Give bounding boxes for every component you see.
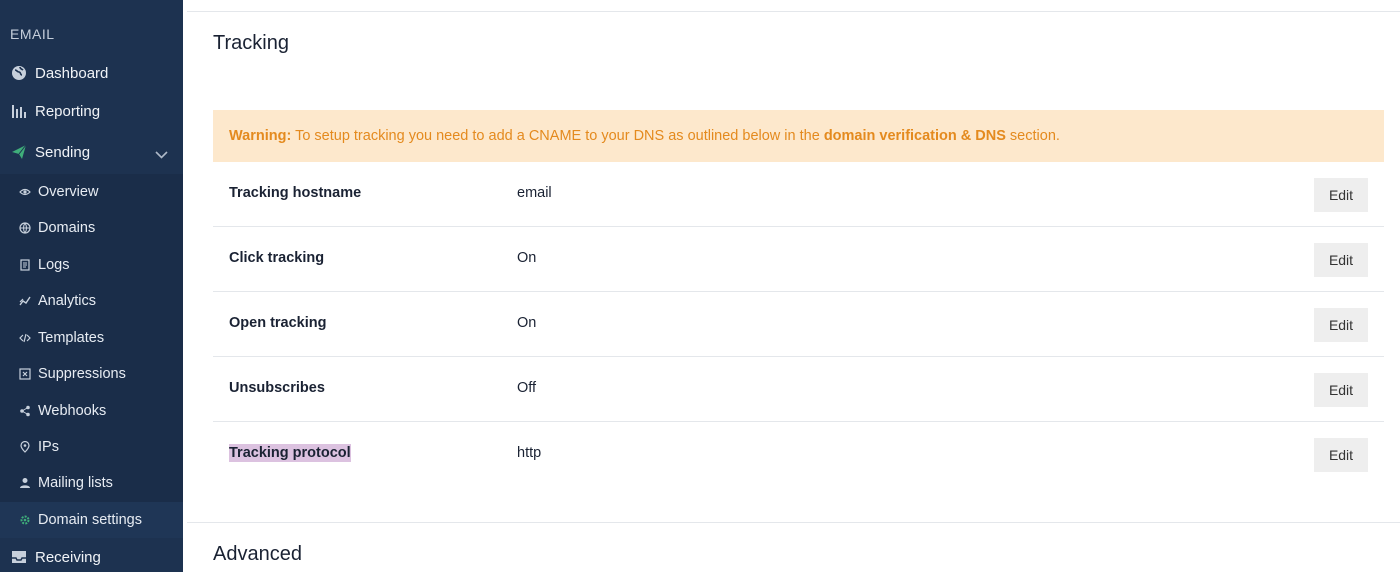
sidebar-item-overview[interactable]: Overview	[0, 174, 183, 210]
setting-row-open-tracking: Open tracking On Edit	[213, 292, 1384, 357]
nav-reporting-label: Reporting	[35, 102, 101, 120]
bar-chart-icon	[11, 103, 27, 119]
tracking-heading: Tracking	[213, 32, 289, 54]
sidebar-item-mailing-lists[interactable]: Mailing lists	[0, 465, 183, 501]
section-label-email: EMAIL	[10, 26, 55, 42]
setting-value: http	[517, 445, 542, 461]
setting-label: Unsubscribes	[229, 380, 325, 396]
nav-receiving[interactable]: Receiving	[0, 538, 183, 572]
setting-label: Tracking hostname	[229, 185, 362, 201]
sidebar-item-suppressions[interactable]: Suppressions	[0, 356, 183, 392]
globe-icon	[19, 222, 31, 234]
setting-label: Open tracking	[229, 315, 327, 331]
setting-value: On	[517, 315, 537, 331]
edit-button[interactable]: Edit	[1314, 178, 1368, 212]
sidebar-item-webhooks[interactable]: Webhooks	[0, 393, 183, 429]
gear-icon	[19, 514, 31, 526]
setting-label-highlighted: Tracking protocol	[229, 444, 351, 462]
warning-prefix: Warning:	[229, 128, 292, 144]
sidebar-item-label: Analytics	[38, 293, 97, 309]
setting-value: email	[517, 185, 552, 201]
nav-sending[interactable]: Sending	[0, 133, 183, 171]
setting-value: On	[517, 250, 537, 266]
nav-sending-label: Sending	[35, 143, 91, 161]
code-icon	[19, 332, 31, 344]
paper-plane-icon	[11, 144, 27, 160]
user-icon	[19, 477, 31, 489]
dns-section-link[interactable]: domain verification & DNS	[824, 128, 1006, 144]
nav-dashboard[interactable]: Dashboard	[0, 54, 183, 92]
sidebar-item-ips[interactable]: IPs	[0, 429, 183, 465]
trend-icon	[19, 295, 31, 307]
block-icon	[19, 368, 31, 380]
share-icon	[19, 405, 31, 417]
sidebar-item-domain-settings[interactable]: Domain settings	[0, 502, 183, 538]
sidebar-item-label: Webhooks	[38, 403, 107, 419]
edit-button[interactable]: Edit	[1314, 438, 1368, 472]
sidebar: EMAIL Dashboard Reporting Sending Overvi…	[0, 0, 183, 572]
divider	[187, 522, 1400, 523]
sidebar-item-logs[interactable]: Logs	[0, 247, 183, 283]
setting-value: Off	[517, 380, 537, 396]
pin-icon	[19, 441, 31, 453]
sidebar-item-label: Suppressions	[38, 366, 126, 382]
globe-icon	[11, 65, 27, 81]
setting-label: Click tracking	[229, 250, 325, 266]
eye-icon	[19, 186, 31, 198]
sidebar-item-label: IPs	[38, 439, 59, 455]
sidebar-item-label: Domain settings	[38, 512, 142, 528]
edit-button[interactable]: Edit	[1314, 373, 1368, 407]
main-content: Tracking Warning: To setup tracking you …	[183, 0, 1400, 572]
nav-receiving-label: Receiving	[35, 548, 101, 566]
tracking-warning-banner: Warning: To setup tracking you need to a…	[213, 110, 1384, 162]
warning-suffix: section.	[1005, 128, 1060, 144]
setting-row-tracking-hostname: Tracking hostname email Edit	[213, 162, 1384, 227]
nav-dashboard-label: Dashboard	[35, 64, 109, 82]
sidebar-item-label: Logs	[38, 257, 70, 273]
sidebar-item-label: Mailing lists	[38, 475, 113, 491]
sidebar-item-domains[interactable]: Domains	[0, 210, 183, 246]
sidebar-item-label: Domains	[38, 220, 96, 236]
setting-row-click-tracking: Click tracking On Edit	[213, 227, 1384, 292]
inbox-icon	[11, 549, 27, 565]
advanced-heading: Advanced	[213, 543, 302, 565]
chevron-down-icon[interactable]	[155, 146, 168, 163]
sidebar-item-analytics[interactable]: Analytics	[0, 283, 183, 319]
edit-button[interactable]: Edit	[1314, 308, 1368, 342]
sidebar-item-label: Overview	[38, 184, 99, 200]
nav-reporting[interactable]: Reporting	[0, 92, 183, 130]
sidebar-item-label: Templates	[38, 330, 105, 346]
warning-text: To setup tracking you need to add a CNAM…	[291, 128, 824, 144]
document-icon	[19, 259, 31, 271]
sending-subnav: Overview Domains Logs Analytics Template…	[0, 174, 183, 538]
sidebar-item-templates[interactable]: Templates	[0, 320, 183, 356]
setting-row-unsubscribes: Unsubscribes Off Edit	[213, 357, 1384, 422]
setting-row-tracking-protocol: Tracking protocol http Edit	[213, 422, 1384, 487]
divider	[187, 11, 1400, 12]
edit-button[interactable]: Edit	[1314, 243, 1368, 277]
